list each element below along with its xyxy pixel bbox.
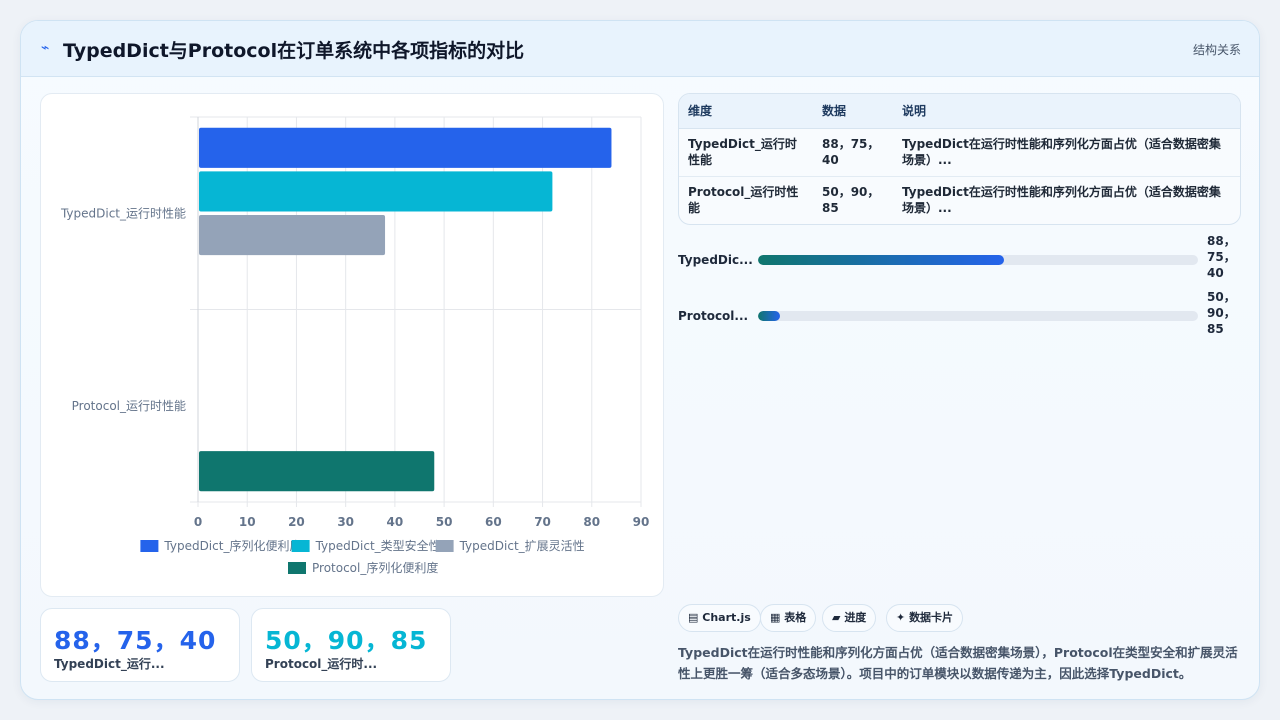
sparkline-icon: ⌁ xyxy=(41,40,50,56)
y-category-label: Protocol_运行时性能 xyxy=(72,399,186,413)
table-cell-data: 50，90，85 xyxy=(822,185,880,216)
bar xyxy=(199,127,612,168)
stat-value: 88，75，40 xyxy=(54,626,217,655)
progress-value: 50，90，85 xyxy=(1207,290,1236,336)
stat-card-typeddict: 88，75，40 TypedDict_运行... xyxy=(40,608,240,682)
tag-label: Chart.js xyxy=(702,611,751,624)
progress-value: 88，75，40 xyxy=(1207,234,1236,280)
chart-icon: ▤ xyxy=(688,611,699,624)
progress-track xyxy=(758,255,1198,265)
x-tick-label: 20 xyxy=(288,515,305,529)
legend-label: TypedDict_序列化便利度 xyxy=(163,538,301,553)
x-tick-label: 10 xyxy=(239,515,256,529)
summary-text: TypedDict在运行时性能和序列化方面占优（适合数据密集场景），Protoc… xyxy=(678,645,1238,681)
legend-label: TypedDict_类型安全性 xyxy=(315,538,441,553)
page-title: TypedDict与Protocol在订单系统中各项指标的对比 xyxy=(63,40,525,62)
dashboard-card: ⌁ TypedDict与Protocol在订单系统中各项指标的对比 结构关系 0… xyxy=(20,20,1260,700)
bar xyxy=(199,214,386,256)
legend-swatch xyxy=(140,540,159,552)
x-tick-label: 30 xyxy=(337,515,354,529)
chart-panel: 0 10 20 30 40 50 60 70 80 90 TypedDict_运行时性能 Protoc… xyxy=(40,93,664,597)
column-header: 数据 xyxy=(813,94,893,129)
x-tick-label: 50 xyxy=(436,515,453,529)
bar xyxy=(199,451,435,492)
column-header: 说明 xyxy=(893,94,1240,129)
tag-label: 表格 xyxy=(784,611,807,624)
progress-fill xyxy=(758,311,780,321)
progress-row-typeddict: TypedDic... 88，75，40 xyxy=(678,234,1241,291)
stat-card-protocol: 50，90，85 Protocol_运行时... xyxy=(251,608,451,682)
structure-link[interactable]: 结构关系 xyxy=(1193,41,1241,58)
table-row: TypedDict_运行时性能 88，75，40 TypedDict在运行时性能… xyxy=(679,128,1240,177)
column-header: 维度 xyxy=(679,94,813,129)
table-cell-desc: TypedDict在运行时性能和序列化方面占优（适合数据密集场景）... xyxy=(893,128,1240,177)
table-cell-dim: TypedDict_运行时性能 xyxy=(679,128,813,177)
table-cell-data: 88，75，40 xyxy=(813,128,893,177)
progress-track xyxy=(758,311,1198,321)
stat-label: Protocol_运行时... xyxy=(265,657,378,671)
table-row: Protocol_运行时性能 50，90，85 TypedDict在运行时性能和… xyxy=(679,176,1240,224)
legend-swatch xyxy=(435,540,454,552)
stat-label: TypedDict_运行... xyxy=(54,657,165,671)
table-cell-dim: Protocol_运行时性能 xyxy=(688,185,799,216)
legend-label: Protocol_序列化便利度 xyxy=(312,560,438,575)
tag-table[interactable]: ▦ 表格 xyxy=(760,604,817,632)
table-header-row: 维度 数据 说明 xyxy=(679,94,1240,129)
tag-progress[interactable]: ▰ 进度 xyxy=(822,604,877,632)
progress-icon: ▰ xyxy=(832,611,841,624)
tag-chartjs[interactable]: ▤ Chart.js xyxy=(678,604,761,632)
progress-row-protocol: Protocol... 50，90，85 xyxy=(678,290,1241,347)
x-tick-label: 0 xyxy=(194,515,202,529)
tag-data-card[interactable]: ✦ 数据卡片 xyxy=(886,604,964,632)
bar xyxy=(199,171,553,212)
legend-swatch xyxy=(288,562,306,574)
legend-label: TypedDict_扩展灵活性 xyxy=(459,539,585,553)
progress-label: TypedDic... xyxy=(678,253,753,267)
progress-fill xyxy=(758,255,1005,265)
sparkle-icon: ✦ xyxy=(896,611,906,624)
table-icon: ▦ xyxy=(770,611,781,624)
y-category-label: TypedDict_运行时性能 xyxy=(60,206,186,220)
tag-label: 进度 xyxy=(844,611,867,624)
stat-value: 50，90，85 xyxy=(265,626,428,655)
x-tick-label: 40 xyxy=(387,515,404,529)
x-tick-label: 80 xyxy=(583,515,600,529)
tag-label: 数据卡片 xyxy=(909,611,954,624)
x-tick-label: 60 xyxy=(485,515,502,529)
table-cell-desc: TypedDict在运行时性能和序列化方面占优（适合数据密集场景）... xyxy=(902,185,1221,216)
bar-chart: 0 10 20 30 40 50 60 70 80 90 TypedDict_运行时性能 Protoc… xyxy=(60,116,650,575)
x-tick-label: 70 xyxy=(534,515,551,529)
comparison-table: 维度 数据 说明 TypedDict_运行时性能 88，75，40 TypedD… xyxy=(678,93,1241,225)
legend-swatch xyxy=(291,540,310,552)
header-bar: ⌁ TypedDict与Protocol在订单系统中各项指标的对比 结构关系 xyxy=(21,21,1259,77)
x-tick-label: 90 xyxy=(633,515,650,529)
progress-label: Protocol... xyxy=(678,309,749,323)
